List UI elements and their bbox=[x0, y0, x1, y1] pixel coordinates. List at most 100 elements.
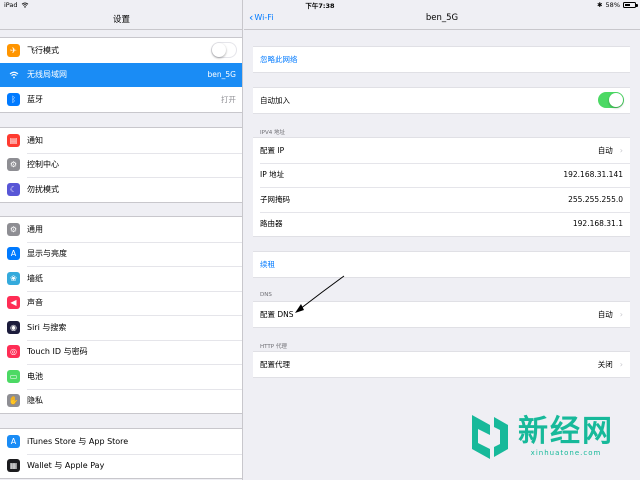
toggle-knob bbox=[609, 93, 623, 108]
sidebar-item-label: 勿扰模式 bbox=[27, 184, 59, 194]
sidebar-item-label: 控制中心 bbox=[27, 160, 59, 170]
sidebar-item-wifi[interactable]: 无线局域网 ben_5G bbox=[0, 62, 242, 87]
sidebar-item-notifications[interactable]: ▤ 通知 bbox=[0, 128, 242, 153]
forget-network-card: 忽略此网络 bbox=[253, 46, 630, 73]
http-proxy-section-header: HTTP 代理 bbox=[260, 344, 287, 350]
row-label: IP 地址 bbox=[260, 170, 285, 180]
sidebar-item-label: 隐私 bbox=[27, 396, 43, 406]
sidebar-item-label: 通知 bbox=[27, 135, 43, 145]
wallet-icon: ▦ bbox=[7, 459, 20, 473]
status-bar: iPad 下午7:38 ✱ 58% bbox=[0, 0, 640, 10]
sidebar-group-notifications: ▤ 通知 ⚙ 控制中心 ☾ 勿扰模式 bbox=[0, 127, 242, 203]
configure-dns-row[interactable]: 配置 DNS 自动 › bbox=[253, 302, 630, 327]
battery-level-fill bbox=[625, 4, 631, 6]
sidebar-item-siri[interactable]: ◉ Siri 与搜索 bbox=[0, 315, 242, 340]
renew-lease-card: 续租 bbox=[253, 251, 630, 278]
forget-network-label: 忽略此网络 bbox=[260, 54, 298, 64]
row-value: 自动 bbox=[597, 309, 613, 319]
sidebar-nav-divider bbox=[0, 29, 242, 30]
sidebar-item-privacy[interactable]: ✋ 隐私 bbox=[0, 388, 242, 414]
renew-lease-label: 续租 bbox=[260, 259, 275, 269]
proxy-card: 配置代理 关闭 › bbox=[253, 351, 630, 378]
sidebar-item-bluetooth[interactable]: ᛒ 蓝牙 打开 bbox=[0, 87, 242, 112]
row-value: 自动 bbox=[597, 145, 613, 155]
sidebar-item-label: 无线局域网 bbox=[27, 70, 67, 80]
renew-lease-button[interactable]: 续租 bbox=[253, 252, 630, 277]
configure-ip-row[interactable]: 配置 IP 自动 › bbox=[253, 138, 630, 163]
chevron-right-icon: › bbox=[619, 359, 623, 369]
ipv4-section-header: IPV4 地址 bbox=[260, 130, 285, 136]
sidebar-title: 设置 bbox=[112, 15, 130, 25]
router-row: 路由器 192.168.31.1 bbox=[253, 211, 630, 237]
configure-proxy-row[interactable]: 配置代理 关闭 › bbox=[253, 352, 630, 377]
row-value: 192.168.31.141 bbox=[563, 170, 623, 180]
sidebar-item-display[interactable]: A 显示与亮度 bbox=[0, 241, 242, 267]
sidebar-item-label: Touch ID 与密码 bbox=[27, 347, 88, 357]
moon-icon: ☾ bbox=[7, 182, 20, 196]
sidebar-item-label: 飞行模式 bbox=[27, 45, 59, 55]
sidebar-item-label: 显示与亮度 bbox=[27, 249, 67, 259]
dns-section-header: DNS bbox=[260, 292, 272, 298]
chevron-right-icon: › bbox=[619, 309, 623, 319]
watermark-url: xinhuatone.com bbox=[530, 449, 602, 457]
wifi-detail-pane: ‹ Wi-Fi ben_5G 忽略此网络 自动加入 IPV4 地址 配置 IP … bbox=[244, 0, 640, 480]
app-store-icon: A bbox=[7, 434, 20, 448]
row-label: 配置代理 bbox=[260, 359, 290, 369]
sidebar-item-value: 打开 bbox=[221, 94, 236, 104]
sidebar-item-app-store[interactable]: A iTunes Store 与 App Store bbox=[0, 429, 242, 454]
sidebar-group-general: ⚙ 通用 A 显示与亮度 ❀ 墙纸 ◀ 声音 ◉ Siri 与搜索 ◎ Touc… bbox=[0, 216, 242, 414]
auto-join-label: 自动加入 bbox=[260, 95, 290, 105]
battery-status-icon bbox=[623, 2, 638, 8]
sidebar-item-label: Wallet 与 Apple Pay bbox=[27, 461, 105, 471]
chevron-right-icon: › bbox=[619, 145, 623, 155]
siri-icon: ◉ bbox=[7, 320, 20, 334]
sidebar-item-wallet[interactable]: ▦ Wallet 与 Apple Pay bbox=[0, 453, 242, 479]
page-title: ben_5G bbox=[425, 13, 459, 23]
sidebar-item-do-not-disturb[interactable]: ☾ 勿扰模式 bbox=[0, 177, 242, 202]
row-value: 关闭 bbox=[597, 359, 613, 369]
watermark-emblem-icon bbox=[472, 415, 508, 459]
control-center-icon: ⚙ bbox=[7, 158, 20, 172]
watermark-text: 新经网 bbox=[518, 414, 614, 449]
sidebar-item-general[interactable]: ⚙ 通用 bbox=[0, 217, 242, 242]
sidebar-item-control-center[interactable]: ⚙ 控制中心 bbox=[0, 152, 242, 178]
toggle-knob bbox=[212, 43, 226, 58]
ip-address-row: IP 地址 192.168.31.141 bbox=[253, 162, 630, 188]
notifications-icon: ▤ bbox=[7, 133, 20, 147]
sidebar-item-touch-id[interactable]: ◎ Touch ID 与密码 bbox=[0, 339, 242, 365]
row-value: 192.168.31.1 bbox=[572, 219, 623, 229]
sidebar-item-airplane-mode[interactable]: ✈ 飞行模式 bbox=[0, 38, 242, 63]
sidebar-item-wallpaper[interactable]: ❀ 墙纸 bbox=[0, 266, 242, 291]
sidebar-group-stores: A iTunes Store 与 App Store ▦ Wallet 与 Ap… bbox=[0, 428, 242, 479]
watermark-logo: 新经网 xinhuatone.com bbox=[468, 411, 614, 463]
sound-icon: ◀ bbox=[7, 296, 20, 310]
forget-network-button[interactable]: 忽略此网络 bbox=[253, 47, 630, 72]
bluetooth-icon: ᛒ bbox=[7, 92, 20, 106]
wallpaper-icon: ❀ bbox=[7, 271, 20, 285]
sidebar-item-label: Siri 与搜索 bbox=[27, 322, 67, 332]
row-label: 路由器 bbox=[260, 219, 283, 229]
sidebar-item-label: 声音 bbox=[27, 298, 43, 308]
sidebar-item-label: 墙纸 bbox=[27, 273, 43, 283]
sidebar-item-sounds[interactable]: ◀ 声音 bbox=[0, 290, 242, 316]
row-value: 255.255.255.0 bbox=[568, 194, 623, 204]
subnet-mask-row: 子网掩码 255.255.255.0 bbox=[253, 187, 630, 212]
privacy-hand-icon: ✋ bbox=[7, 394, 20, 408]
gear-icon: ⚙ bbox=[7, 222, 20, 236]
sidebar-item-battery[interactable]: ▭ 电池 bbox=[0, 364, 242, 389]
airplane-icon: ✈ bbox=[7, 43, 20, 57]
auto-join-card: 自动加入 bbox=[253, 87, 630, 114]
battery-icon: ▭ bbox=[7, 369, 20, 383]
sidebar-item-label: 蓝牙 bbox=[27, 94, 43, 104]
row-label: 配置 IP bbox=[260, 145, 285, 155]
settings-sidebar: 设置 ✈ 飞行模式 无线局域网 ben_5G ᛒ 蓝牙 打开 ▤ 通知 ⚙ 控制… bbox=[0, 0, 243, 480]
ipv4-card: 配置 IP 自动 › IP 地址 192.168.31.141 子网掩码 255… bbox=[253, 137, 630, 237]
row-label: 配置 DNS bbox=[260, 309, 294, 319]
sidebar-item-value: ben_5G bbox=[207, 70, 236, 80]
display-icon: A bbox=[7, 247, 20, 261]
auto-join-toggle[interactable] bbox=[598, 92, 624, 109]
airplane-mode-toggle[interactable] bbox=[211, 42, 237, 59]
status-time: 下午7:38 bbox=[305, 2, 335, 10]
row-label: 子网掩码 bbox=[260, 194, 290, 204]
wifi-icon bbox=[7, 68, 20, 82]
